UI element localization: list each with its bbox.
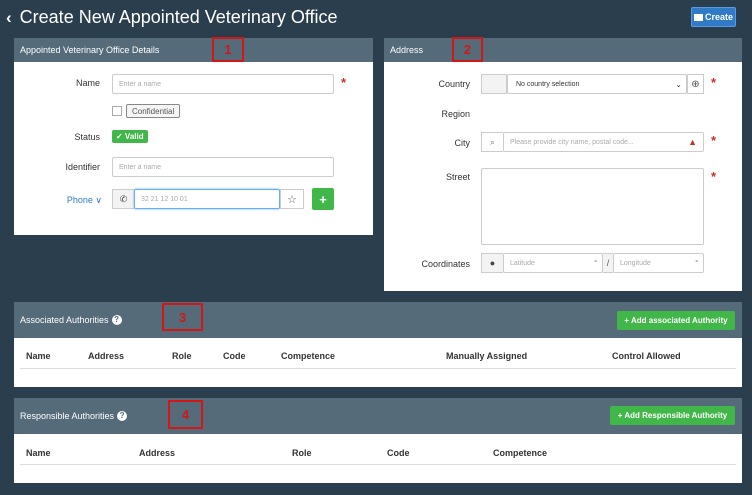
page-title-text: Create New Appointed Veterinary Office bbox=[19, 7, 338, 27]
coordinates-label: Coordinates bbox=[421, 259, 470, 269]
address-panel-header: Address bbox=[384, 38, 742, 62]
latitude-input[interactable]: Latitude ° bbox=[503, 253, 603, 273]
search-icon: ⌕ bbox=[481, 132, 503, 152]
globe-icon[interactable]: ⊕ bbox=[687, 74, 704, 94]
country-flag bbox=[481, 74, 507, 94]
confidential-label: Confidential bbox=[126, 104, 181, 118]
street-required-icon: * bbox=[711, 169, 717, 184]
phone-type-dropdown[interactable]: Phone ∨ bbox=[40, 195, 102, 206]
location-pin-icon: ● bbox=[481, 253, 503, 273]
col-manually-assigned: Manually Assigned bbox=[446, 351, 528, 361]
name-label: Name bbox=[75, 78, 100, 88]
col-address: Address bbox=[88, 351, 125, 361]
marker-3: 3 bbox=[162, 303, 203, 331]
marker-4: 4 bbox=[168, 400, 203, 429]
col-control-allowed: Control Allowed bbox=[612, 351, 681, 361]
col-code: Code bbox=[223, 351, 246, 361]
col-competence: Competence bbox=[493, 448, 548, 458]
responsible-panel-title: Responsible Authorities bbox=[20, 411, 115, 421]
status-label: Status bbox=[74, 132, 100, 142]
street-label: Street bbox=[445, 172, 470, 182]
longitude-input[interactable]: Longitude ° bbox=[613, 253, 704, 273]
chevron-down-icon: ⌄ bbox=[675, 79, 682, 89]
responsible-table bbox=[14, 434, 742, 483]
create-button-label: Create bbox=[704, 12, 733, 22]
status-badge: ✓ Valid bbox=[112, 130, 148, 143]
associated-table bbox=[14, 338, 742, 387]
confidential-checkbox[interactable] bbox=[112, 106, 122, 116]
table-divider bbox=[20, 464, 736, 465]
col-competence: Competence bbox=[281, 351, 336, 361]
table-divider bbox=[20, 368, 736, 369]
street-textarea[interactable] bbox=[481, 168, 704, 245]
details-panel-header: Appointed Veterinary Office Details bbox=[14, 38, 373, 62]
add-phone-button[interactable]: + bbox=[312, 188, 334, 210]
phone-icon: ✆ bbox=[112, 189, 134, 209]
back-icon[interactable]: ‹ bbox=[6, 8, 12, 28]
phone-input[interactable]: 32 21 12 10 01 bbox=[134, 189, 280, 209]
city-required-icon: * bbox=[711, 133, 717, 148]
name-input[interactable]: Enter a name bbox=[112, 74, 334, 94]
associated-panel-title: Associated Authorities bbox=[20, 315, 109, 325]
country-select[interactable]: No country selection ⌄ bbox=[507, 74, 687, 94]
save-icon bbox=[693, 13, 703, 21]
coordinate-separator: / bbox=[603, 253, 613, 273]
star-icon[interactable]: ☆ bbox=[280, 189, 304, 209]
col-code: Code bbox=[387, 448, 410, 458]
add-associated-authority-button[interactable]: + Add associated Authority bbox=[617, 311, 735, 330]
region-label: Region bbox=[441, 109, 470, 119]
city-input[interactable]: Please provide city name, postal code...… bbox=[503, 132, 704, 152]
col-name: Name bbox=[26, 351, 51, 361]
help-icon[interactable]: ? bbox=[111, 315, 122, 325]
country-label: Country bbox=[438, 79, 470, 89]
details-panel-title: Appointed Veterinary Office Details bbox=[20, 45, 160, 55]
identifier-label: Identifier bbox=[65, 162, 100, 172]
identifier-input[interactable]: Enter a name bbox=[112, 157, 334, 177]
col-address: Address bbox=[139, 448, 176, 458]
help-icon[interactable]: ? bbox=[117, 411, 128, 421]
address-panel-title: Address bbox=[390, 45, 424, 55]
create-button[interactable]: Create bbox=[691, 7, 736, 27]
page-title: ‹ Create New Appointed Veterinary Office bbox=[6, 7, 338, 28]
city-label: City bbox=[454, 138, 471, 148]
col-role: Role bbox=[292, 448, 312, 458]
warning-icon: ▲ bbox=[688, 137, 697, 147]
marker-2: 2 bbox=[452, 37, 483, 62]
name-required-icon: * bbox=[341, 75, 347, 90]
col-role: Role bbox=[172, 351, 192, 361]
marker-1: 1 bbox=[212, 37, 244, 62]
country-required-icon: * bbox=[711, 75, 717, 90]
col-name: Name bbox=[26, 448, 51, 458]
add-responsible-authority-button[interactable]: + Add Responsible Authority bbox=[610, 406, 735, 425]
